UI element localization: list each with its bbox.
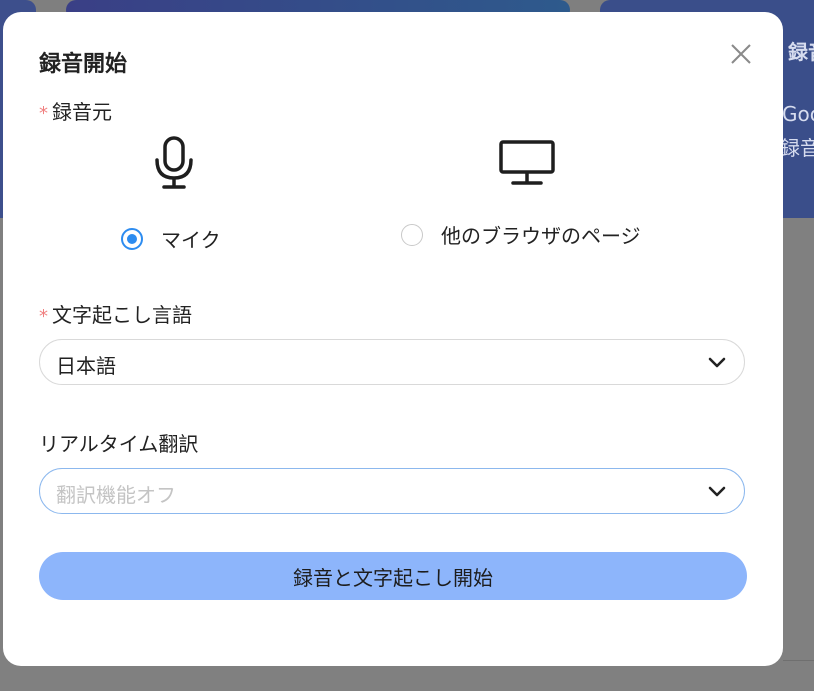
recording-source-label: * 録音元	[39, 96, 112, 125]
background-text: 録音	[788, 40, 814, 64]
microphone-icon	[155, 136, 193, 189]
recording-source-label-text: 録音元	[52, 100, 112, 124]
chevron-down-icon	[708, 486, 726, 497]
background-text: 録音	[780, 136, 814, 160]
translation-select[interactable]: 翻訳機能オフ	[39, 468, 745, 514]
radio-button[interactable]	[401, 223, 423, 246]
source-option-microphone[interactable]: マイク	[121, 224, 221, 253]
source-option-label: 他のブラウザのページ	[441, 224, 641, 248]
monitor-icon	[499, 140, 555, 185]
radio-button-checked[interactable]	[121, 227, 143, 250]
language-select-value: 日本語	[56, 354, 116, 378]
background-text: Goo	[782, 102, 814, 126]
realtime-translation-label: リアルタイム翻訳	[39, 432, 199, 456]
close-icon[interactable]	[729, 42, 753, 66]
chevron-down-icon	[708, 357, 726, 368]
source-option-label: マイク	[161, 228, 221, 252]
translation-select-placeholder: 翻訳機能オフ	[56, 483, 176, 507]
start-recording-button[interactable]: 録音と文字起こし開始	[39, 552, 747, 600]
required-mark: *	[39, 103, 48, 124]
required-mark: *	[39, 306, 48, 327]
background-divider	[783, 660, 814, 661]
start-recording-dialog: 録音開始 * 録音元 マイク 他のブラウザのページ * 文字起こし言語 日本語 リア	[3, 12, 783, 666]
dialog-title: 録音開始	[39, 52, 128, 77]
transcription-language-label-text: 文字起こし言語	[52, 303, 192, 327]
language-select[interactable]: 日本語	[39, 339, 745, 385]
source-option-browser-page[interactable]: 他のブラウザのページ	[401, 220, 641, 249]
transcription-language-label: * 文字起こし言語	[39, 299, 192, 328]
